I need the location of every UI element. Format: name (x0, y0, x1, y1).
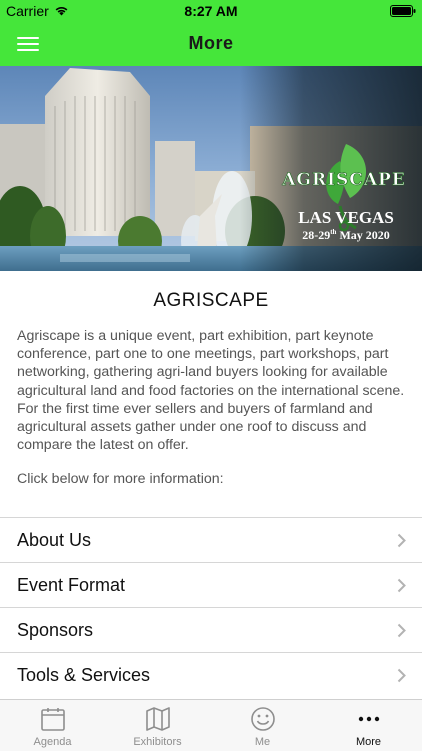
chevron-right-icon (397, 668, 406, 683)
tab-label: Exhibitors (133, 736, 182, 748)
menu-item-label: Tools & Services (17, 665, 151, 685)
tab-label: Me (254, 736, 271, 748)
chevron-right-icon (397, 623, 406, 638)
tab-more[interactable]: More (316, 700, 421, 751)
menu-item-tools-services[interactable]: Tools & Services (0, 652, 422, 697)
menu-item-label: Sponsors (17, 620, 94, 640)
tab-label: Agenda (33, 736, 72, 748)
tab-bar: Agenda Exhibitors Me More (0, 699, 422, 751)
page-title: More (188, 33, 234, 53)
menu-item-about-us[interactable]: About Us (0, 517, 422, 562)
nav-bar: More (0, 22, 422, 66)
banner-city: LAS VEGAS (298, 208, 394, 227)
event-banner-image: AGRISCAPE LAS VEGAS 28-29th May 2020 (0, 66, 422, 271)
tab-label: More (355, 736, 382, 748)
calendar-icon (41, 708, 65, 731)
banner-date: 28-29th May 2020 (302, 228, 390, 242)
menu-item-label: Event Format (17, 575, 126, 595)
menu-item-label: About Us (17, 530, 92, 550)
more-menu-list: About Us Event Format Sponsors Tools & S… (0, 517, 422, 697)
more-info-prompt: Click below for more information: (17, 471, 224, 487)
event-description: Agriscape is a unique event, part exhibi… (17, 328, 405, 454)
map-icon (146, 707, 170, 731)
tab-me[interactable]: Me (210, 700, 315, 751)
chevron-right-icon (397, 578, 406, 593)
banner-logo-text: AGRISCAPE (282, 170, 406, 191)
event-title: AGRISCAPE (153, 290, 269, 311)
battery-icon (390, 4, 416, 20)
menu-item-event-format[interactable]: Event Format (0, 562, 422, 607)
menu-item-sponsors[interactable]: Sponsors (0, 607, 422, 652)
tab-agenda[interactable]: Agenda (0, 700, 105, 751)
tab-exhibitors[interactable]: Exhibitors (105, 700, 210, 751)
status-time: 8:27 AM (184, 3, 238, 19)
status-bar: Carrier 8:27 AM (0, 0, 422, 22)
more-dots-icon (358, 716, 380, 722)
smiley-icon (251, 707, 275, 731)
chevron-right-icon (397, 533, 406, 548)
